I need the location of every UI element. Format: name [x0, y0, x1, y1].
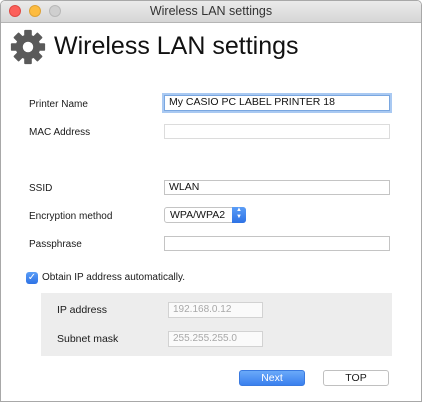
mac-address-field	[164, 124, 390, 139]
next-button[interactable]: Next	[239, 370, 305, 386]
page-title: Wireless LAN settings	[54, 32, 299, 60]
ip-address-input: 192.168.0.12	[168, 302, 263, 318]
obtain-ip-checkbox[interactable]: ✓	[26, 272, 38, 284]
obtain-ip-label[interactable]: Obtain IP address automatically.	[42, 272, 185, 283]
ssid-input[interactable]: WLAN	[164, 180, 390, 195]
subnet-mask-input: 255.255.255.0	[168, 331, 263, 347]
ip-address-label: IP address	[57, 304, 108, 316]
encryption-method-label: Encryption method	[29, 211, 113, 222]
checkmark-icon: ✓	[27, 272, 37, 283]
gear-icon	[10, 29, 46, 65]
printer-name-input[interactable]: My CASIO PC LABEL PRINTER 18	[164, 95, 390, 111]
encryption-method-value: WPA/WPA2	[170, 209, 226, 221]
printer-name-label: Printer Name	[29, 99, 88, 110]
updown-arrows-icon: ▲ ▼	[232, 207, 246, 223]
encryption-method-select[interactable]: WPA/WPA2 ▲ ▼	[164, 207, 246, 223]
passphrase-label: Passphrase	[29, 239, 82, 250]
subnet-mask-label: Subnet mask	[57, 333, 119, 345]
ssid-label: SSID	[29, 183, 53, 194]
window-title: Wireless LAN settings	[149, 4, 273, 18]
mac-address-label: MAC Address	[29, 127, 91, 138]
ip-settings-panel: IP address 192.168.0.12 Subnet mask 255.…	[41, 293, 392, 356]
settings-window: Wireless LAN settings Wireless LAN setti…	[0, 0, 422, 402]
top-button[interactable]: TOP	[323, 370, 389, 386]
passphrase-input[interactable]	[164, 236, 390, 251]
title-bar[interactable]: Wireless LAN settings	[1, 1, 421, 23]
